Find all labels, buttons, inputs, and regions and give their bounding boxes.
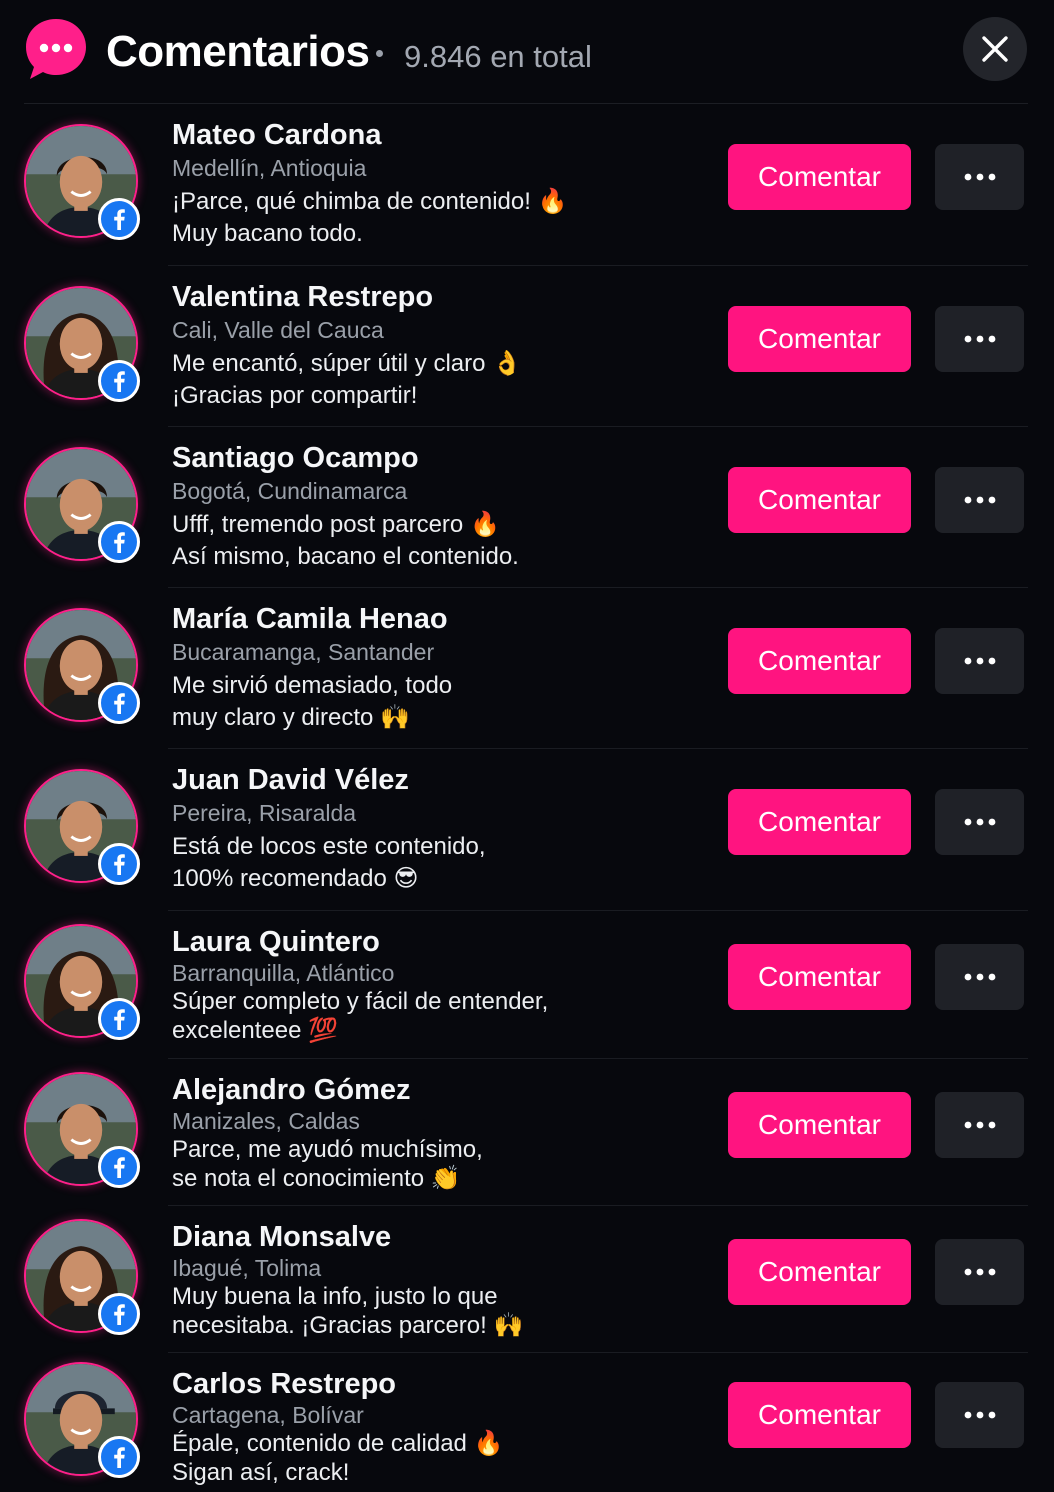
- comment-row: Alejandro Gómez Manizales, Caldas Parce, m…: [0, 1059, 1054, 1206]
- avatar[interactable]: [24, 769, 140, 885]
- commenter-name[interactable]: María Camila Henao: [172, 602, 448, 636]
- commenter-location: Cali, Valle del Cauca: [172, 317, 384, 343]
- more-icon: [964, 652, 996, 670]
- more-icon: [964, 1406, 996, 1424]
- commenter-name[interactable]: Carlos Restrepo: [172, 1367, 396, 1401]
- commenter-location: Manizales, Caldas: [172, 1108, 360, 1134]
- comment-row: Valentina Restrepo Cali, Valle del Cauca M…: [0, 266, 1054, 427]
- commenter-name[interactable]: Valentina Restrepo: [172, 280, 433, 314]
- more-icon: [964, 168, 996, 186]
- more-options-button[interactable]: [935, 628, 1024, 694]
- avatar[interactable]: [24, 1362, 140, 1478]
- comment-row: Carlos Restrepo Cartagena, Bolívar Épale, …: [0, 1353, 1054, 1492]
- more-icon: [964, 330, 996, 348]
- comment-text: Me sirvió demasiado, todo muy claro y di…: [172, 672, 453, 731]
- comment-button[interactable]: Comentar: [728, 1092, 911, 1158]
- comment-text: Muy buena la info, justo lo que necesita…: [172, 1283, 524, 1339]
- commenter-name[interactable]: Santiago Ocampo: [172, 441, 419, 475]
- comment-text: Me encantó, súper útil y claro 👌 ¡Gracia…: [172, 350, 523, 409]
- facebook-icon: [98, 198, 140, 240]
- commenter-name[interactable]: Juan David Vélez: [172, 763, 409, 797]
- comment-text: Ufff, tremendo post parcero 🔥 Así mismo,…: [172, 511, 519, 570]
- more-options-button[interactable]: [935, 144, 1024, 210]
- more-options-button[interactable]: [935, 789, 1024, 855]
- comment-row: Laura Quintero Barranquilla, Atlántico Súp…: [0, 911, 1054, 1059]
- comment-text: Épale, contenido de calidad 🔥 Sigan así,…: [172, 1430, 504, 1486]
- comment-list: Mateo Cardona Medellín, Antioquia ¡Parce, …: [0, 0, 1054, 1492]
- more-options-button[interactable]: [935, 944, 1024, 1010]
- more-icon: [964, 813, 996, 831]
- more-options-button[interactable]: [935, 1239, 1024, 1305]
- commenter-name[interactable]: Mateo Cardona: [172, 118, 381, 152]
- comment-row: Juan David Vélez Pereira, Risaralda Está d…: [0, 749, 1054, 911]
- commenter-location: Ibagué, Tolima: [172, 1255, 322, 1281]
- comment-button[interactable]: Comentar: [728, 467, 911, 533]
- commenter-name[interactable]: Laura Quintero: [172, 925, 380, 959]
- comment-row: Santiago Ocampo Bogotá, Cundinamarca Ufff,…: [0, 427, 1054, 588]
- commenter-location: Pereira, Risaralda: [172, 800, 357, 826]
- comment-text: Parce, me ayudó muchísimo, se nota el co…: [172, 1136, 483, 1192]
- avatar[interactable]: [24, 286, 140, 402]
- more-icon: [964, 1116, 996, 1134]
- commenter-name[interactable]: Alejandro Gómez: [172, 1073, 411, 1107]
- facebook-icon: [98, 1436, 140, 1478]
- more-options-button[interactable]: [935, 306, 1024, 372]
- comment-button[interactable]: Comentar: [728, 306, 911, 372]
- comment-text: Está de locos este contenido, 100% recom…: [172, 833, 486, 892]
- avatar[interactable]: [24, 1072, 140, 1188]
- more-icon: [964, 968, 996, 986]
- comment-text: Súper completo y fácil de entender, exce…: [172, 988, 549, 1044]
- comment-button[interactable]: Comentar: [728, 944, 911, 1010]
- avatar[interactable]: [24, 124, 140, 240]
- avatar[interactable]: [24, 447, 140, 563]
- comment-button[interactable]: Comentar: [728, 1382, 911, 1448]
- commenter-location: Bogotá, Cundinamarca: [172, 478, 408, 504]
- commenter-location: Cartagena, Bolívar: [172, 1402, 364, 1428]
- comment-row: Mateo Cardona Medellín, Antioquia ¡Parce, …: [0, 104, 1054, 266]
- comment-button[interactable]: Comentar: [728, 144, 911, 210]
- comment-button[interactable]: Comentar: [728, 628, 911, 694]
- facebook-icon: [98, 1146, 140, 1188]
- facebook-icon: [98, 682, 140, 724]
- comment-row: María Camila Henao Bucaramanga, Santander…: [0, 588, 1054, 749]
- more-options-button[interactable]: [935, 1382, 1024, 1448]
- comment-button[interactable]: Comentar: [728, 1239, 911, 1305]
- comment-text: ¡Parce, qué chimba de contenido! 🔥 Muy b…: [172, 188, 568, 247]
- commenter-location: Barranquilla, Atlántico: [172, 960, 395, 986]
- more-icon: [964, 491, 996, 509]
- more-icon: [964, 1263, 996, 1281]
- commenter-location: Medellín, Antioquia: [172, 155, 367, 181]
- facebook-icon: [98, 843, 140, 885]
- comment-row: Diana Monsalve Ibagué, Tolima Muy buena la…: [0, 1206, 1054, 1353]
- commenter-location: Bucaramanga, Santander: [172, 639, 435, 665]
- commenter-name[interactable]: Diana Monsalve: [172, 1220, 391, 1254]
- facebook-icon: [98, 360, 140, 402]
- avatar[interactable]: [24, 924, 140, 1040]
- facebook-icon: [98, 1293, 140, 1335]
- more-options-button[interactable]: [935, 1092, 1024, 1158]
- more-options-button[interactable]: [935, 467, 1024, 533]
- comment-button[interactable]: Comentar: [728, 789, 911, 855]
- facebook-icon: [98, 521, 140, 563]
- avatar[interactable]: [24, 1219, 140, 1335]
- facebook-icon: [98, 998, 140, 1040]
- avatar[interactable]: [24, 608, 140, 724]
